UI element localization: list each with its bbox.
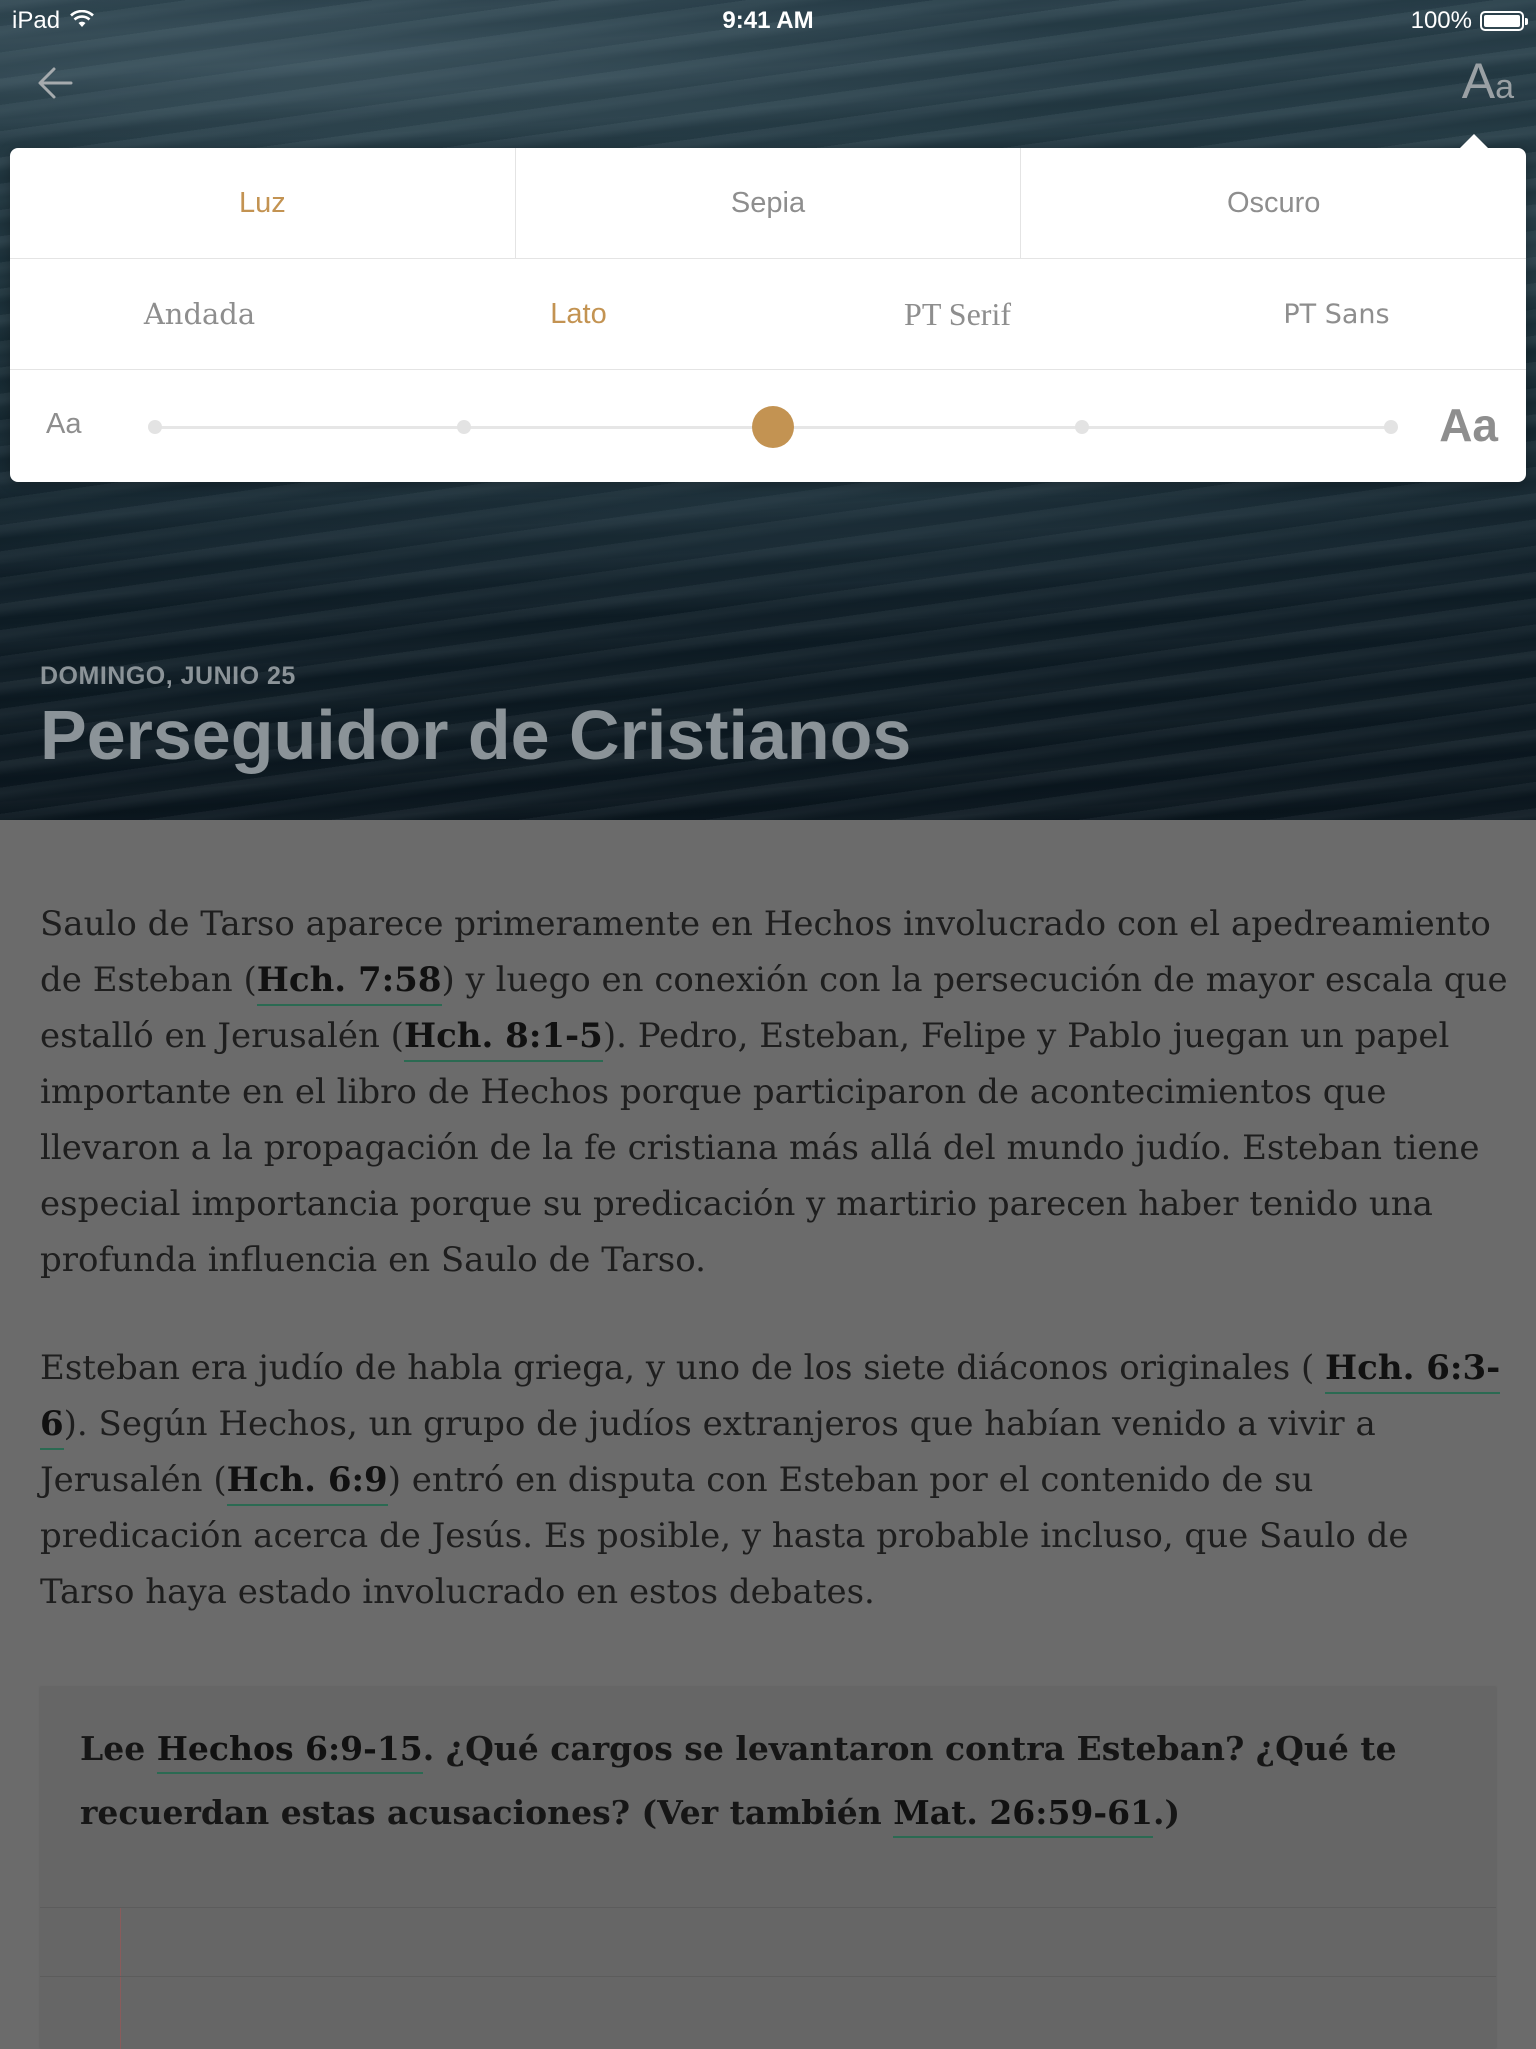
- font-size-large-label: Aa: [1439, 399, 1498, 451]
- battery-percent: 100%: [1410, 7, 1472, 34]
- paragraph-text: Esteban era judío de habla griega, y uno…: [40, 1348, 1326, 1388]
- lesson-paragraph-2: Esteban era judío de habla griega, y uno…: [40, 1340, 1510, 1620]
- reading-settings-popover: Luz Sepia Oscuro Andada Lato PT Serif PT…: [10, 134, 1526, 482]
- bible-reference-link[interactable]: Hch. 8:1-5: [403, 1016, 603, 1062]
- font-size-slider[interactable]: [148, 406, 1398, 448]
- question-text: Lee Hechos 6:9-15. ¿Qué cargos se levant…: [80, 1717, 1460, 1845]
- theme-option-sepia[interactable]: Sepia: [514, 148, 1021, 258]
- lesson-paragraph-1: Saulo de Tarso aparece primeramente en H…: [40, 896, 1510, 1288]
- font-size-row: Aa Aa: [10, 370, 1526, 482]
- arrow-left-icon: [38, 67, 73, 99]
- font-size-slider-thumb[interactable]: [752, 406, 794, 448]
- status-bar: iPad 9:41 AM 100%: [0, 0, 1536, 40]
- font-selector: Andada Lato PT Serif PT Sans: [10, 259, 1526, 370]
- popover-arrow: [1460, 134, 1488, 148]
- font-size-small-label: Aa: [46, 408, 82, 440]
- bible-reference-link[interactable]: Hch. 7:58: [256, 960, 442, 1006]
- answer-margin-line: [120, 1908, 121, 2049]
- answer-input-area[interactable]: [40, 1907, 1496, 2049]
- answer-ruled-line: [40, 1976, 1496, 1977]
- font-size-slider-stop[interactable]: [457, 420, 471, 434]
- font-size-slider-stop[interactable]: [148, 420, 162, 434]
- lesson-content: Saulo de Tarso aparece primeramente en H…: [0, 820, 1536, 2049]
- lesson-date: DOMINGO, JUNIO 25: [40, 662, 296, 690]
- theme-selector: Luz Sepia Oscuro: [10, 148, 1526, 259]
- question-text-part: .): [1153, 1793, 1181, 1832]
- status-right: 100%: [1410, 7, 1528, 35]
- font-option-pt-serif[interactable]: PT Serif: [768, 259, 1147, 369]
- lesson-title: Perseguidor de Cristianos: [40, 696, 912, 774]
- question-text-part: Lee: [80, 1729, 157, 1768]
- font-option-lato[interactable]: Lato: [389, 259, 768, 369]
- bible-reference-link[interactable]: Hechos 6:9-15: [156, 1729, 423, 1774]
- bible-reference-link[interactable]: Mat. 26:59-61: [893, 1793, 1153, 1838]
- back-button[interactable]: [28, 58, 82, 108]
- battery-icon: [1480, 11, 1528, 31]
- font-size-slider-stop[interactable]: [1384, 420, 1398, 434]
- font-option-andada[interactable]: Andada: [10, 259, 389, 369]
- status-time: 9:41 AM: [722, 7, 814, 34]
- question-card: Lee Hechos 6:9-15. ¿Qué cargos se levant…: [40, 1687, 1496, 2049]
- font-settings-icon-small: a: [1495, 68, 1514, 106]
- bible-reference-link[interactable]: Hch. 6:9: [226, 1460, 388, 1506]
- font-settings-button[interactable]: Aa: [1462, 52, 1514, 110]
- theme-option-luz[interactable]: Luz: [10, 148, 515, 258]
- font-option-pt-sans[interactable]: PT Sans: [1147, 259, 1526, 369]
- font-settings-icon-big: A: [1461, 53, 1496, 109]
- font-size-slider-stop[interactable]: [1075, 420, 1089, 434]
- theme-option-oscuro[interactable]: Oscuro: [1020, 148, 1526, 258]
